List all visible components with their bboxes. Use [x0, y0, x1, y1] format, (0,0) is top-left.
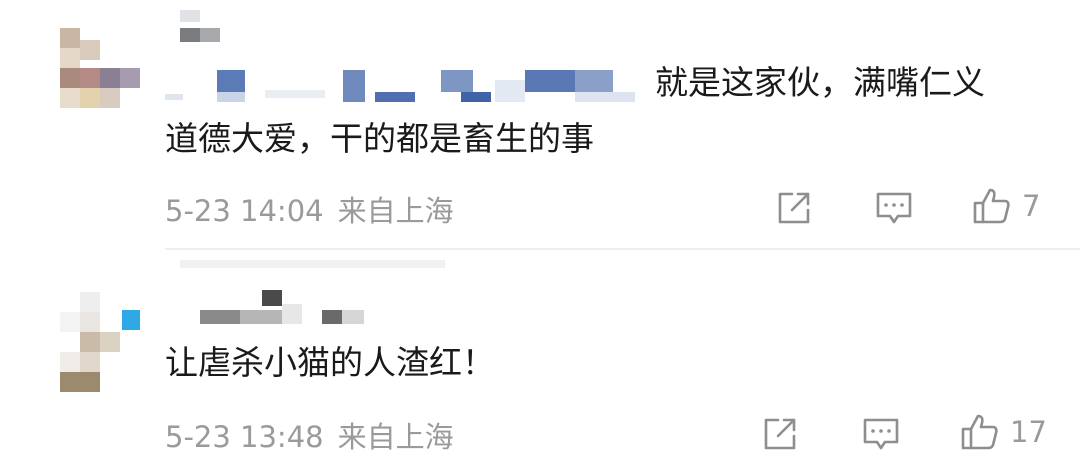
comment-text-continued: 道德大爱，干的都是畜生的事 [165, 119, 594, 158]
like-button[interactable]: 7 [972, 186, 1040, 226]
comment-item: 就是这家伙，满嘴仁义 道德大爱，干的都是畜生的事 5-23 14:04 来自上海 … [0, 0, 1080, 250]
comment-icon [876, 192, 912, 224]
share-button[interactable] [776, 188, 812, 228]
timestamp: 5-23 14:04 [165, 194, 324, 228]
reply-mention-redacted[interactable] [165, 70, 645, 106]
timestamp: 5-23 13:48 [165, 420, 324, 454]
share-icon [778, 192, 810, 224]
comment-meta: 5-23 14:04 来自上海 [165, 188, 454, 230]
location: 来自上海 [337, 420, 454, 454]
like-count: 17 [1010, 415, 1047, 449]
location: 来自上海 [337, 194, 454, 228]
avatar[interactable] [60, 292, 142, 392]
like-button[interactable]: 17 [960, 412, 1047, 452]
divider [165, 248, 1080, 250]
comment-meta: 5-23 13:48 来自上海 [165, 414, 454, 456]
comment-item: 让虐杀小猫的人渣红！ 5-23 13:48 来自上海 17 [0, 252, 1080, 474]
username-redacted[interactable] [200, 290, 370, 330]
share-button[interactable] [762, 414, 798, 454]
avatar[interactable] [60, 28, 140, 108]
reply-button[interactable] [862, 414, 900, 454]
comment-text: 让虐杀小猫的人渣红！ [165, 343, 495, 382]
like-count: 7 [1022, 189, 1041, 223]
faint-redaction [180, 260, 445, 268]
thumbs-up-icon [961, 414, 998, 450]
comment-text: 就是这家伙，满嘴仁义 [655, 63, 985, 102]
comment-icon [863, 418, 899, 450]
thumbs-up-icon [973, 188, 1010, 224]
username-redacted[interactable] [180, 10, 230, 50]
share-icon [764, 418, 796, 450]
reply-button[interactable] [875, 188, 913, 228]
